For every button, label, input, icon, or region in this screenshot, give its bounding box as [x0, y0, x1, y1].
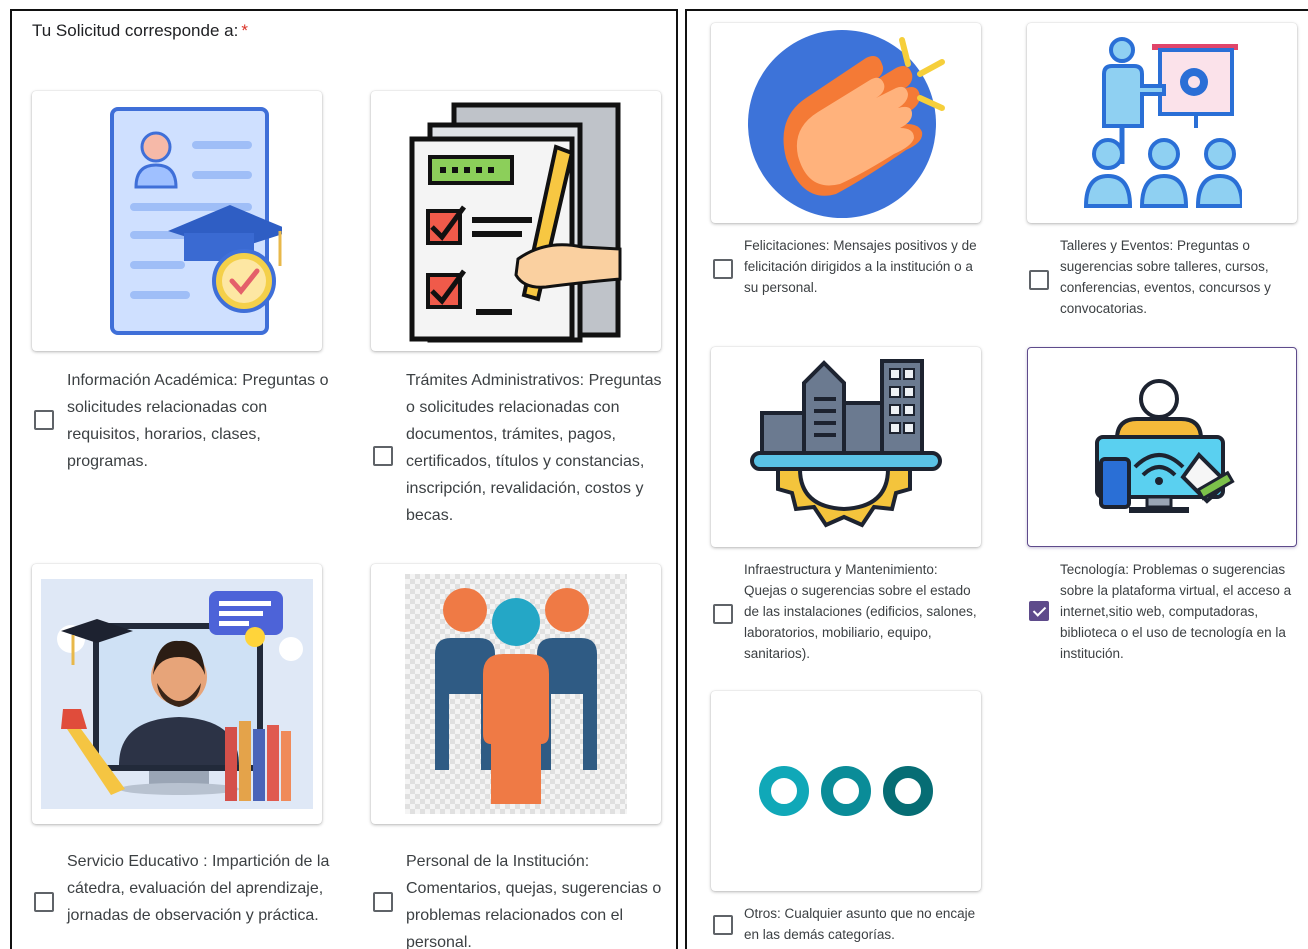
option-felicitaciones[interactable]: Felicitaciones: Mensajes positivos y de … [711, 23, 991, 323]
question-title-text: Tu Solicitud corresponde a: [32, 21, 239, 40]
people-group-icon [405, 574, 627, 814]
option-talleres-eventos[interactable]: Talleres y Eventos: Preguntas o sugerenc… [1027, 23, 1307, 323]
option-informacion-academica[interactable]: Información Académica: Preguntas o solic… [32, 91, 332, 491]
right-form-panel: Felicitaciones: Mensajes positivos y de … [685, 9, 1308, 949]
option-label: Información Académica: Preguntas o solic… [67, 372, 329, 470]
option-image-card[interactable] [1027, 347, 1297, 547]
presentation-icon [1083, 36, 1242, 208]
option-label: Servicio Educativo : Impartición de la c… [67, 853, 330, 924]
option-checkbox[interactable] [373, 892, 393, 912]
option-checkbox[interactable] [713, 259, 733, 279]
option-label: Otros: Cualquier asunto que no encaje en… [744, 906, 976, 942]
option-checkbox[interactable] [713, 915, 733, 935]
option-personal-institucion[interactable]: Personal de la Institución: Comentarios,… [371, 564, 671, 949]
option-servicio-educativo[interactable]: Servicio Educativo : Impartición de la c… [32, 564, 332, 949]
option-checkbox[interactable] [34, 892, 54, 912]
clapping-hands-icon [748, 30, 945, 218]
technology-devices-icon [1095, 379, 1235, 513]
option-label: Tecnología: Problemas o sugerencias sobr… [1060, 562, 1292, 661]
option-tecnologia[interactable]: Tecnología: Problemas o sugerencias sobr… [1027, 347, 1307, 677]
option-image-card[interactable] [711, 23, 981, 223]
option-otros[interactable]: Otros: Cualquier asunto que no encaje en… [711, 691, 991, 949]
option-label: Personal de la Institución: Comentarios,… [406, 853, 662, 949]
left-form-panel: Tu Solicitud corresponde a: * Informació… [10, 9, 678, 949]
option-image-card[interactable] [32, 91, 322, 351]
three-circles-icon [759, 766, 933, 816]
option-image-card[interactable] [371, 564, 661, 824]
academic-certificate-icon [110, 107, 282, 335]
question-title: Tu Solicitud corresponde a: * [32, 21, 248, 41]
required-asterisk: * [241, 21, 248, 40]
option-label: Talleres y Eventos: Preguntas o sugerenc… [1060, 238, 1271, 316]
option-tramites-administrativos[interactable]: Trámites Administrativos: Preguntas o so… [371, 91, 671, 541]
option-image-card[interactable] [1027, 23, 1297, 223]
option-label: Infraestructura y Mantenimiento: Quejas … [744, 562, 977, 661]
option-label: Trámites Administrativos: Preguntas o so… [406, 372, 662, 524]
option-checkbox[interactable] [34, 410, 54, 430]
option-image-card[interactable] [711, 347, 981, 547]
teacher-screen-icon [41, 579, 313, 809]
option-checkbox[interactable] [1029, 270, 1049, 290]
building-gear-icon [750, 359, 942, 528]
option-label: Felicitaciones: Mensajes positivos y de … [744, 238, 977, 295]
option-infraestructura[interactable]: Infraestructura y Mantenimiento: Quejas … [711, 347, 991, 677]
option-image-card[interactable] [711, 691, 981, 891]
option-checkbox[interactable] [373, 446, 393, 466]
option-image-card[interactable] [371, 91, 661, 351]
checklist-document-icon [409, 102, 622, 342]
option-image-card[interactable] [32, 564, 322, 824]
option-checkbox-checked[interactable] [1029, 601, 1049, 621]
option-checkbox[interactable] [713, 604, 733, 624]
